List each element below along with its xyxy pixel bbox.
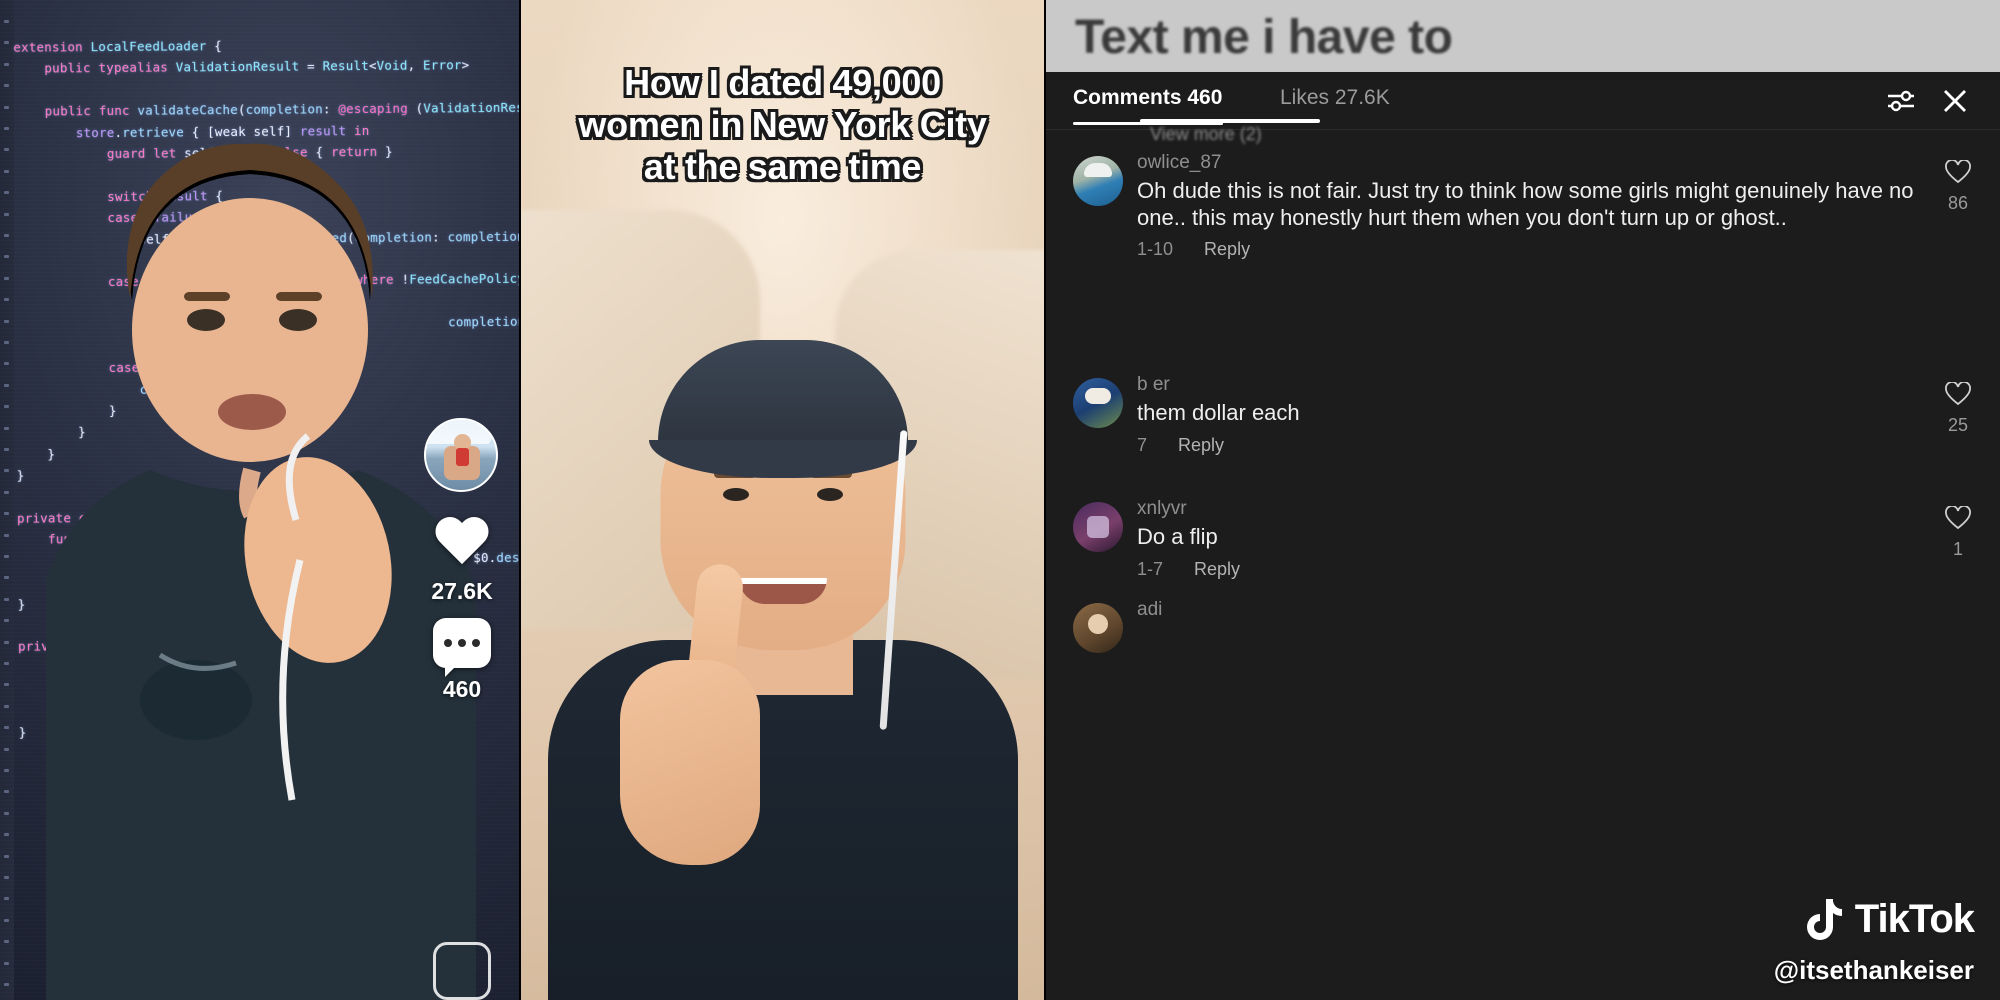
comment-meta: 7 Reply	[1137, 435, 1930, 456]
creator-handle: @itsethankeiser	[1773, 955, 1974, 985]
comment-like-button[interactable]: 86	[1934, 159, 1982, 214]
video-caption-overlay: How I dated 49,000 women in New York Cit…	[520, 62, 1045, 188]
tiktok-wordmark: TikTok	[1854, 896, 1975, 941]
tab-comments[interactable]: Comments 460	[1073, 86, 1222, 110]
close-icon[interactable]	[1942, 88, 1968, 114]
sheet-grabber[interactable]	[1140, 119, 1320, 123]
tiktok-watermark: TikTok	[1803, 896, 1975, 942]
comment-date: 1-7	[1137, 558, 1164, 579]
comment-button[interactable]: 460	[416, 618, 508, 703]
person-foreground-middle	[547, 280, 1018, 1000]
comment-date: 1-10	[1137, 239, 1174, 259]
heart-outline-icon	[1945, 159, 1971, 184]
panel-divider	[1044, 0, 1046, 1000]
video-panel-comments[interactable]: Text me i have to Comments 460 Likes 27.…	[1045, 0, 2000, 1000]
comment-like-count: 86	[1947, 193, 1969, 213]
comment-meta: 1-10 Reply	[1137, 239, 1930, 260]
caption-line-1: How I dated 49,000	[624, 62, 941, 103]
caption-line-3: at the same time	[643, 146, 922, 188]
comment-like-count: 25	[1947, 415, 1969, 435]
sliders-icon[interactable]	[1886, 88, 1916, 114]
video-panel-caption[interactable]: How I dated 49,000 women in New York Cit…	[520, 0, 1045, 1000]
tab-likes[interactable]: Likes 27.6K	[1280, 86, 1390, 110]
comment-list[interactable]: owlice_87 Oh dude this is not fair. Just…	[1045, 134, 2000, 1000]
comments-sheet[interactable]: Comments 460 Likes 27.6K View more (2) o…	[1045, 72, 2000, 1000]
share-button[interactable]	[433, 942, 491, 1000]
tiktok-note-icon	[1806, 899, 1842, 940]
comment-username[interactable]: adi	[1137, 599, 1930, 621]
avatar[interactable]	[1073, 502, 1123, 552]
caption-line-2: women in New York City	[578, 104, 987, 146]
comment-date: 7	[1137, 434, 1148, 455]
tiktok-screenshot-collage: extension LocalFeedLoader { public typea…	[0, 0, 2000, 1000]
comment-text: Oh dude this is not fair. Just try to th…	[1137, 178, 1914, 230]
comment-count: 460	[442, 676, 482, 702]
comment-reply-button[interactable]: Reply	[1194, 559, 1240, 579]
comment-like-button[interactable]: 1	[1934, 505, 1982, 560]
heart-icon	[433, 518, 491, 570]
avatar[interactable]	[1073, 156, 1123, 206]
avatar[interactable]	[1073, 378, 1123, 428]
comment-like-count: 1	[1952, 539, 1963, 559]
comment-username[interactable]: b er	[1137, 374, 1930, 396]
comment-username[interactable]: xnlyvr	[1137, 498, 1930, 520]
comment-reply-button[interactable]: Reply	[1204, 239, 1250, 259]
video-panel-code[interactable]: extension LocalFeedLoader { public typea…	[0, 0, 520, 1000]
heart-outline-icon	[1945, 381, 1971, 406]
comment-username[interactable]: owlice_87	[1137, 152, 1930, 174]
comment-text: Do a flip	[1137, 524, 1218, 549]
avatar[interactable]	[424, 418, 498, 492]
comment-bubble-icon	[433, 618, 491, 677]
avatar[interactable]	[1073, 603, 1123, 653]
like-button[interactable]: 27.6K	[416, 518, 508, 605]
panel-divider	[519, 0, 521, 1000]
heart-outline-icon	[1945, 505, 1971, 530]
video-action-rail-left[interactable]: 27.6K 460	[416, 0, 508, 1000]
comment-reply-button[interactable]: Reply	[1178, 435, 1224, 455]
comment-like-button[interactable]: 25	[1934, 381, 1982, 436]
comment-text: them dollar each	[1137, 400, 1300, 425]
like-count: 27.6K	[431, 578, 493, 604]
comment-meta: 1-7 Reply	[1137, 559, 1930, 580]
